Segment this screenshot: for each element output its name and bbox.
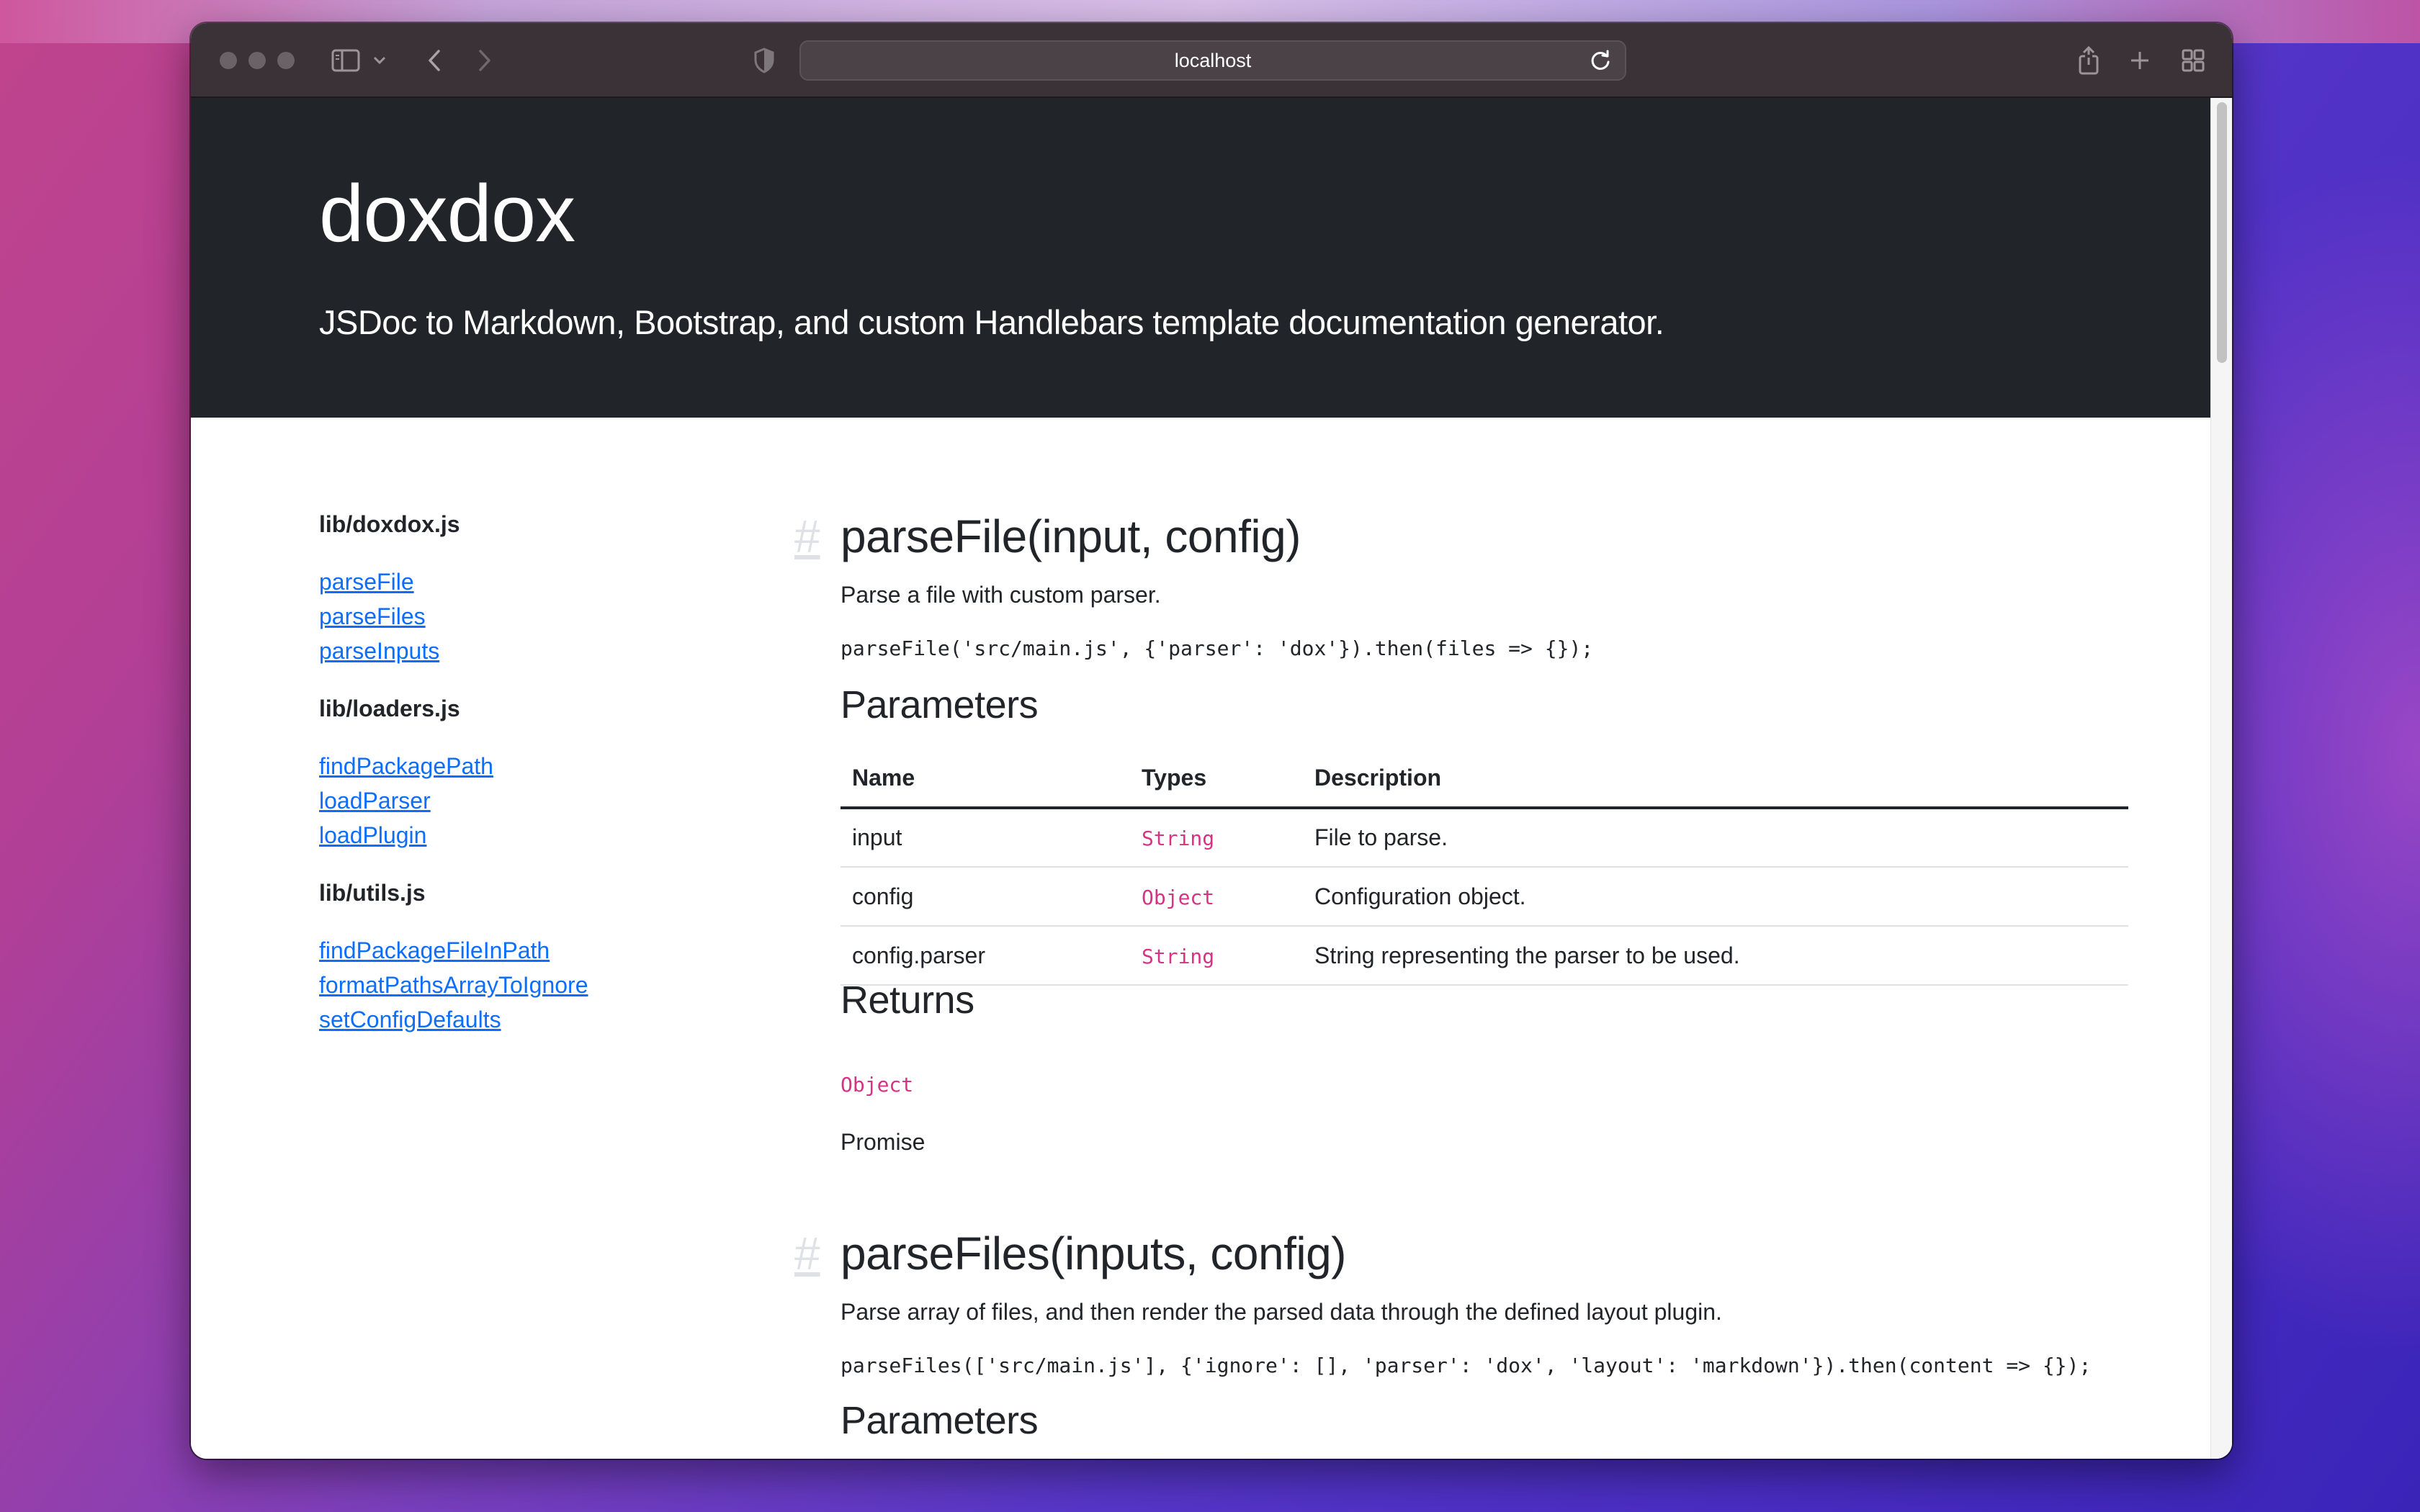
- returns-heading: Returns: [841, 978, 974, 1022]
- sidebar-link[interactable]: parseInputs: [319, 638, 439, 664]
- sidebar-link[interactable]: parseFile: [319, 569, 414, 595]
- sidebar-link[interactable]: parseFiles: [319, 603, 426, 629]
- parameters-table: Name Types Description input String File…: [841, 749, 2128, 986]
- close-window-button[interactable]: [220, 52, 237, 69]
- table-header-row: Name Types Description: [841, 749, 2128, 809]
- param-type: String: [1142, 944, 1215, 968]
- param-type: String: [1142, 827, 1215, 850]
- sidebar-link[interactable]: formatPathsArrayToIgnore: [319, 972, 588, 998]
- scrollbar-thumb[interactable]: [2217, 102, 2227, 363]
- method-title: parseFiles(inputs, config): [841, 1228, 1346, 1279]
- column-header-types: Types: [1130, 749, 1303, 809]
- parameters-heading: Parameters: [841, 1399, 1039, 1442]
- param-description: Configuration object.: [1303, 867, 2128, 927]
- sidebar-group-title: lib/loaders.js: [319, 696, 460, 721]
- address-bar-url[interactable]: localhost: [801, 42, 1625, 79]
- reload-icon[interactable]: [1587, 48, 1613, 73]
- sidebar-item-formatpathsarraytoignore: formatPathsArrayToIgnore: [319, 972, 751, 1007]
- sidebar-nav: lib/doxdox.js parseFile parseFiles parse…: [319, 511, 751, 1064]
- param-description: File to parse.: [1303, 808, 2128, 868]
- returns-description: Promise: [841, 1129, 926, 1155]
- sidebar-link[interactable]: loadPlugin: [319, 822, 426, 848]
- method-example-code: parseFile('src/main.js', {'parser': 'dox…: [841, 636, 1594, 660]
- column-header-name: Name: [841, 749, 1130, 809]
- param-name: config: [841, 867, 1130, 927]
- method-description: Parse a file with custom parser.: [841, 582, 1161, 608]
- table-row: config Object Configuration object.: [841, 867, 2128, 927]
- param-type: Object: [1142, 885, 1215, 909]
- param-type-cell: String: [1130, 808, 1303, 868]
- tab-overview-icon[interactable]: [2179, 45, 2208, 76]
- privacy-shield-icon[interactable]: [750, 45, 779, 76]
- method-title: parseFile(input, config): [841, 510, 1301, 562]
- sidebar-link-list: parseFile parseFiles parseInputs: [319, 569, 751, 672]
- column-header-description: Description: [1303, 749, 2128, 809]
- param-description: String representing the parser to be use…: [1303, 926, 2128, 986]
- site-subtitle: JSDoc to Markdown, Bootstrap, and custom…: [319, 303, 1664, 341]
- minimize-window-button[interactable]: [248, 52, 266, 69]
- scrollbar[interactable]: [2210, 98, 2232, 1459]
- returns-type: Object: [841, 1073, 914, 1097]
- sidebar-link-list: findPackagePath loadParser loadPlugin: [319, 753, 751, 857]
- browser-toolbar: localhost: [191, 23, 2232, 98]
- chevron-down-icon[interactable]: [371, 45, 388, 76]
- sidebar-group-title: lib/utils.js: [319, 880, 426, 906]
- method-example-code: parseFiles(['src/main.js'], {'ignore': […: [841, 1354, 2092, 1377]
- table-row: input String File to parse.: [841, 808, 2128, 868]
- zoom-window-button[interactable]: [277, 52, 295, 69]
- sidebar-link[interactable]: findPackagePath: [319, 753, 493, 779]
- sidebar-item-findpackagepath: findPackagePath: [319, 753, 751, 788]
- method-description: Parse array of files, and then render th…: [841, 1299, 1722, 1325]
- sidebar-item-loadplugin: loadPlugin: [319, 822, 751, 857]
- sidebar-item-findpackagefileinpath: findPackageFileInPath: [319, 937, 751, 972]
- sidebar-item-loadparser: loadParser: [319, 788, 751, 822]
- browser-window: localhost doxdox JSDoc to Markdown, Boot…: [191, 23, 2232, 1459]
- param-type-cell: Object: [1130, 867, 1303, 927]
- sidebar-link[interactable]: findPackageFileInPath: [319, 937, 550, 963]
- param-type-cell: String: [1130, 926, 1303, 986]
- sidebar-link[interactable]: setConfigDefaults: [319, 1007, 501, 1032]
- share-icon[interactable]: [2074, 45, 2103, 76]
- sidebar-item-parsefiles: parseFiles: [319, 603, 751, 638]
- sidebar-link-list: findPackageFileInPath formatPathsArrayTo…: [319, 937, 751, 1041]
- page-header: doxdox JSDoc to Markdown, Bootstrap, and…: [191, 98, 2210, 418]
- page-viewport: doxdox JSDoc to Markdown, Bootstrap, and…: [191, 98, 2232, 1459]
- window-controls: [220, 52, 295, 69]
- sidebar-item-parsefile: parseFile: [319, 569, 751, 603]
- sidebar-group-title: lib/doxdox.js: [319, 511, 460, 537]
- sidebar-item-setconfigdefaults: setConfigDefaults: [319, 1007, 751, 1041]
- forward-arrow-icon[interactable]: [472, 45, 498, 76]
- method-anchor-link[interactable]: #: [794, 510, 820, 563]
- param-name: input: [841, 808, 1130, 868]
- sidebar-link[interactable]: loadParser: [319, 788, 431, 814]
- sidebar-toggle-icon[interactable]: [330, 45, 362, 76]
- new-tab-icon[interactable]: [2125, 45, 2154, 76]
- back-arrow-icon[interactable]: [421, 45, 447, 76]
- method-anchor-link[interactable]: #: [794, 1227, 820, 1280]
- sidebar-item-parseinputs: parseInputs: [319, 638, 751, 672]
- param-name: config.parser: [841, 926, 1130, 986]
- address-bar[interactable]: localhost: [799, 40, 1626, 81]
- site-title: doxdox: [319, 168, 575, 258]
- table-row: config.parser String String representing…: [841, 926, 2128, 986]
- parameters-heading: Parameters: [841, 683, 1039, 726]
